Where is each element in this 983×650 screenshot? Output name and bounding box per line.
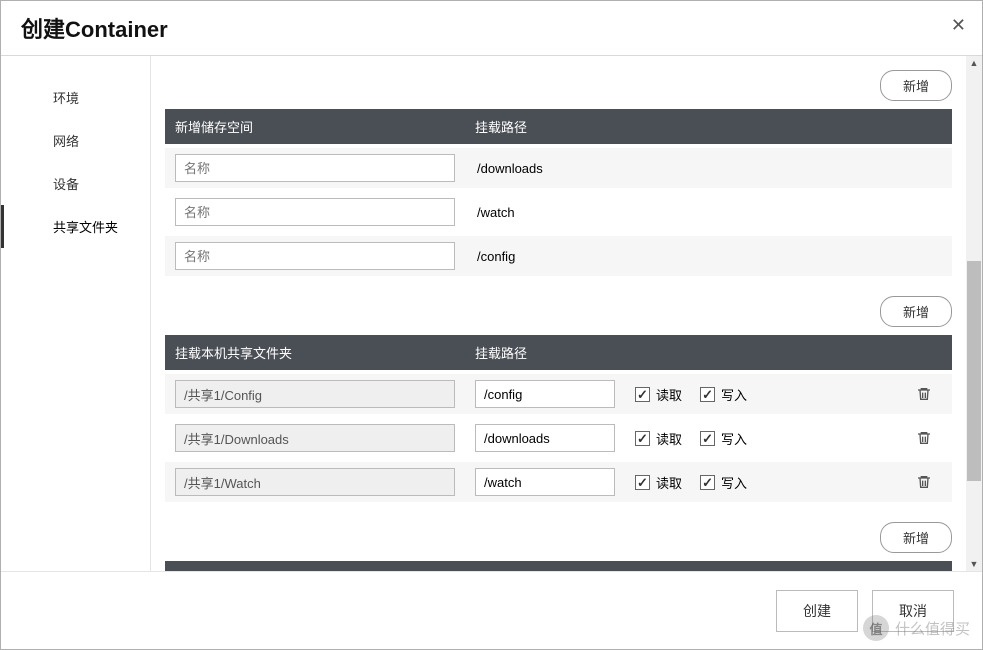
dialog-body: 环境 网络 设备 共享文件夹 新增 新增储存空间 挂载路径 /downloads [1, 56, 982, 571]
dialog-footer: 创建 取消 [1, 571, 982, 649]
read-checkbox[interactable] [635, 387, 650, 402]
storage-add-row: 新增 [165, 70, 952, 101]
create-button[interactable]: 创建 [776, 590, 858, 632]
shared-mount-input[interactable] [475, 380, 615, 408]
shared-folder-input[interactable] [175, 424, 455, 452]
shared-header: 挂载本机共享文件夹 挂载路径 [165, 335, 952, 370]
write-checkbox[interactable] [700, 387, 715, 402]
write-checkbox[interactable] [700, 475, 715, 490]
add-other-button[interactable]: 新增 [880, 522, 952, 553]
write-label: 写入 [721, 473, 747, 492]
shared-header-folder: 挂载本机共享文件夹 [175, 343, 475, 362]
shared-folder-input[interactable] [175, 380, 455, 408]
sidebar-item-env[interactable]: 环境 [1, 76, 150, 119]
shared-row: 读取 写入 [165, 418, 952, 458]
add-storage-button[interactable]: 新增 [880, 70, 952, 101]
read-label: 读取 [656, 473, 682, 492]
sidebar-item-network[interactable]: 网络 [1, 119, 150, 162]
cancel-button[interactable]: 取消 [872, 590, 954, 632]
scroll-up-icon[interactable]: ▲ [966, 56, 982, 70]
shared-section: 新增 挂载本机共享文件夹 挂载路径 读取 写入 读取 写入 [165, 296, 952, 502]
storage-name-input[interactable] [175, 154, 455, 182]
storage-mount-value: /downloads [477, 161, 543, 176]
shared-row: 读取 写入 [165, 374, 952, 414]
trash-icon[interactable] [916, 430, 932, 446]
shared-add-row: 新增 [165, 296, 952, 327]
read-label: 读取 [656, 385, 682, 404]
write-label: 写入 [721, 385, 747, 404]
storage-row: /watch [165, 192, 952, 232]
storage-section: 新增 新增储存空间 挂载路径 /downloads /watch /config [165, 70, 952, 276]
scrollbar-thumb[interactable] [967, 261, 981, 481]
read-checkbox[interactable] [635, 431, 650, 446]
shared-header-mount: 挂载路径 [475, 343, 942, 362]
trash-icon[interactable] [916, 474, 932, 490]
write-label: 写入 [721, 429, 747, 448]
trash-icon[interactable] [916, 386, 932, 402]
read-checkbox[interactable] [635, 475, 650, 490]
storage-row: /config [165, 236, 952, 276]
scroll-down-icon[interactable]: ▼ [966, 557, 982, 571]
storage-header-mount: 挂载路径 [475, 117, 942, 136]
other-add-row: 新增 [165, 522, 952, 553]
content-outer: 新增 新增储存空间 挂载路径 /downloads /watch /config [151, 56, 982, 571]
storage-row: /downloads [165, 148, 952, 188]
storage-header: 新增储存空间 挂载路径 [165, 109, 952, 144]
read-label: 读取 [656, 429, 682, 448]
sidebar: 环境 网络 设备 共享文件夹 [1, 56, 151, 571]
scrollbar[interactable]: ▲ ▼ [966, 56, 982, 571]
shared-row: 读取 写入 [165, 462, 952, 502]
add-shared-button[interactable]: 新增 [880, 296, 952, 327]
storage-mount-value: /config [477, 249, 515, 264]
other-header: 挂载其他Container储存空间 [165, 561, 952, 571]
write-checkbox[interactable] [700, 431, 715, 446]
storage-header-name: 新增储存空间 [175, 117, 475, 136]
storage-mount-value: /watch [477, 205, 515, 220]
other-section: 新增 挂载其他Container储存空间 尚无任何数据 [165, 522, 952, 571]
titlebar: 创建Container ✕ [1, 1, 982, 56]
sidebar-item-device[interactable]: 设备 [1, 162, 150, 205]
content: 新增 新增储存空间 挂载路径 /downloads /watch /config [151, 56, 982, 571]
other-header-title: 挂载其他Container储存空间 [175, 569, 335, 571]
close-icon[interactable]: ✕ [951, 15, 966, 36]
shared-folder-input[interactable] [175, 468, 455, 496]
shared-mount-input[interactable] [475, 468, 615, 496]
shared-mount-input[interactable] [475, 424, 615, 452]
dialog-title: 创建Container [21, 12, 168, 44]
sidebar-item-shared-folder[interactable]: 共享文件夹 [1, 205, 150, 248]
storage-name-input[interactable] [175, 198, 455, 226]
storage-name-input[interactable] [175, 242, 455, 270]
